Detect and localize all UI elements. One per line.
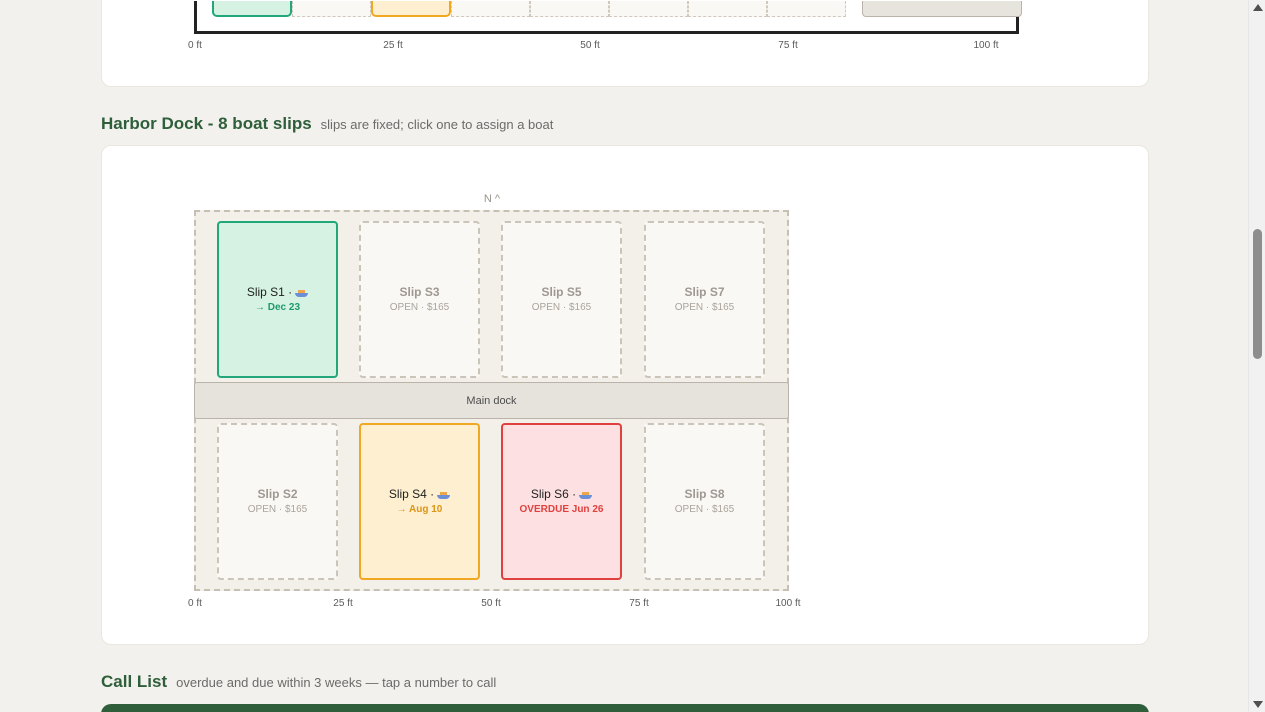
dock-label: Main dock (466, 394, 517, 407)
harbor-dock-card: N ^ Slip S1 · → Dec 23 Slip S3 OPEN · $1… (101, 145, 1149, 645)
slip-s8[interactable]: Slip S8 OPEN · $165 (644, 423, 765, 580)
slip-label: Slip S3 (399, 284, 440, 299)
slip-status: OVERDUE Jun 26 (519, 503, 604, 515)
slip-status: OPEN · $165 (531, 301, 592, 313)
main-dock: Main dock (194, 382, 789, 419)
section-title: Harbor Dock - 8 boat slips (101, 114, 312, 133)
section-subtitle: slips are fixed; click one to assign a b… (320, 117, 554, 132)
section-subtitle: overdue and due within 3 weeks — tap a n… (176, 675, 497, 690)
axis-tick: 0 ft (188, 598, 202, 609)
lot-spot-occupied-yellow[interactable] (371, 1, 451, 17)
slip-label: Slip S5 (541, 284, 582, 299)
harbor-section-header: Harbor Dock - 8 boat slips slips are fix… (101, 114, 553, 134)
lot-spot-open[interactable] (767, 1, 846, 17)
slip-label: Slip S4 · (388, 486, 435, 501)
lot-map-card: 0 ft 25 ft 50 ft 75 ft 100 ft (101, 0, 1149, 87)
axis-tick: 75 ft (778, 40, 798, 51)
scroll-down-icon[interactable] (1253, 701, 1263, 708)
axis-tick: 100 ft (775, 598, 801, 609)
boat-icon (437, 491, 451, 499)
slip-status: OPEN · $165 (247, 503, 308, 515)
axis-tick: 75 ft (629, 598, 649, 609)
scroll-thumb[interactable] (1253, 229, 1262, 359)
slip-label: Slip S6 · (530, 486, 577, 501)
section-title: Call List (101, 672, 168, 691)
boat-icon (295, 289, 309, 297)
axis-tick: 50 ft (580, 40, 600, 51)
lot-spot-open[interactable] (292, 1, 371, 17)
lot-spot-open[interactable] (451, 1, 530, 17)
slip-s2[interactable]: Slip S2 OPEN · $165 (217, 423, 338, 580)
slip-s5[interactable]: Slip S5 OPEN · $165 (501, 221, 622, 378)
slip-status: OPEN · $165 (674, 301, 735, 313)
axis-tick: 25 ft (333, 598, 353, 609)
axis-tick: 50 ft (481, 598, 501, 609)
axis-tick: 100 ft (973, 40, 999, 51)
boat-icon (579, 491, 593, 499)
slip-s6[interactable]: Slip S6 · OVERDUE Jun 26 (501, 423, 622, 580)
slip-label: Slip S7 (684, 284, 725, 299)
lot-spot-open[interactable] (609, 1, 688, 17)
slip-label: Slip S1 · (246, 284, 293, 299)
call-list-header: Call List overdue and due within 3 weeks… (101, 672, 496, 692)
slip-s1[interactable]: Slip S1 · → Dec 23 (217, 221, 338, 378)
lot-building (862, 1, 1022, 17)
axis-tick: 0 ft (188, 40, 202, 51)
axis-tick: 25 ft (383, 40, 403, 51)
slip-status: OPEN · $165 (389, 301, 450, 313)
scroll-up-icon[interactable] (1253, 4, 1263, 11)
slip-s7[interactable]: Slip S7 OPEN · $165 (644, 221, 765, 378)
lot-spot-open[interactable] (530, 1, 609, 17)
slip-status: → Dec 23 (254, 301, 301, 313)
slip-status: → Aug 10 (396, 503, 443, 515)
slip-s4[interactable]: Slip S4 · → Aug 10 (359, 423, 480, 580)
lot-spot-occupied-green[interactable] (212, 1, 292, 17)
slip-s3[interactable]: Slip S3 OPEN · $165 (359, 221, 480, 378)
slip-label: Slip S2 (257, 486, 298, 501)
lot-spot-open[interactable] (688, 1, 767, 17)
slip-status: OPEN · $165 (674, 503, 735, 515)
call-list-table-header (101, 704, 1149, 712)
page-scrollbar[interactable] (1248, 0, 1265, 712)
lot-map-frame (194, 1, 1022, 34)
slip-label: Slip S8 (684, 486, 725, 501)
